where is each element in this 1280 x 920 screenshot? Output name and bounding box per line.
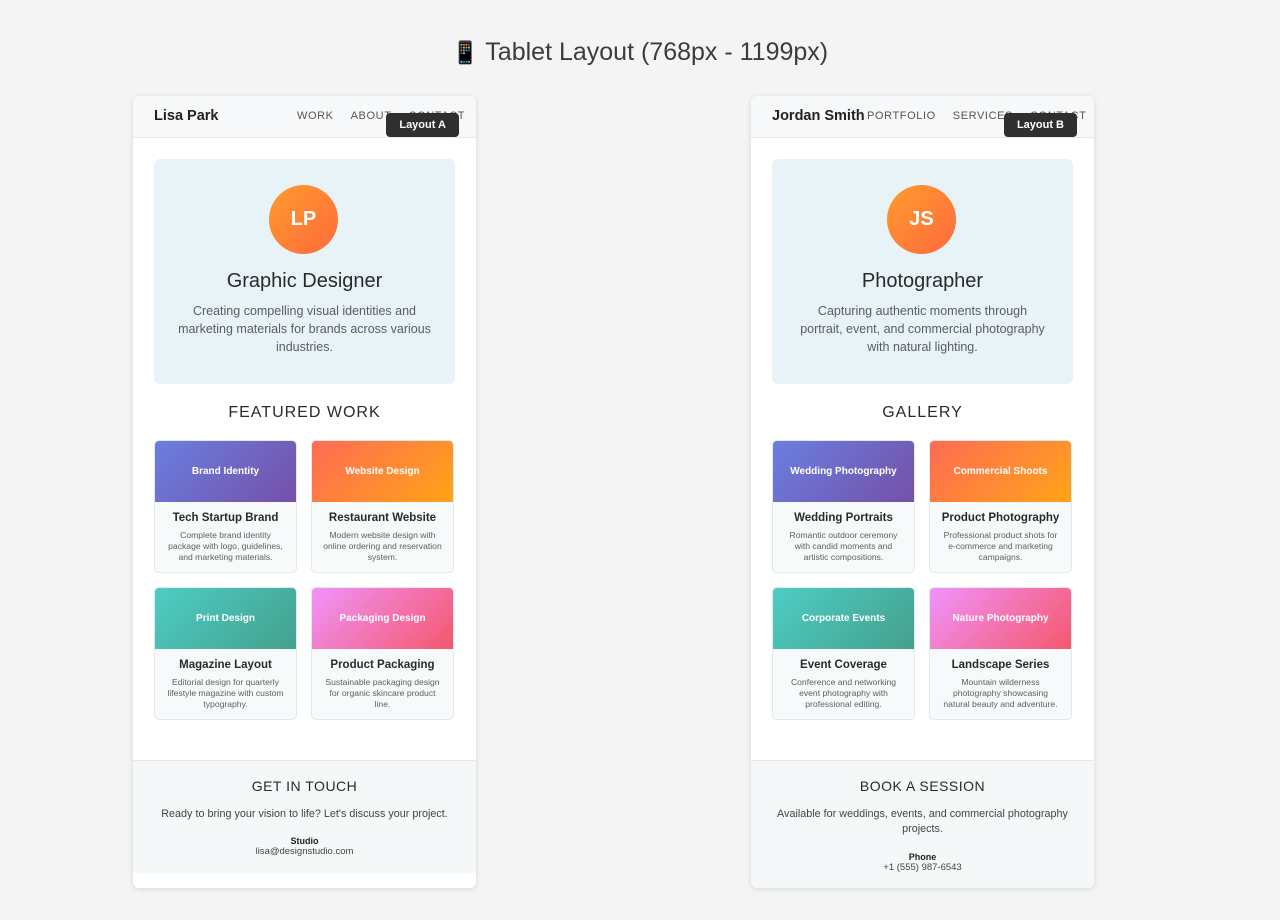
card-description: Modern website design with online orderi… [323,530,442,562]
layout-b-preview: Jordan Smith PORTFOLIO SERVICES CONTACT … [751,96,1094,888]
gallery-card[interactable]: Commercial Shoots Product Photography Pr… [929,440,1072,573]
card-banner: Packaging Design [312,588,453,649]
layout-badge: Layout A [386,113,459,137]
gallery-card[interactable]: Corporate Events Event Coverage Conferen… [772,587,915,720]
contact-section: GET IN TOUCH Ready to bring your vision … [133,760,476,873]
project-card[interactable]: Packaging Design Product Packaging Susta… [311,587,454,720]
tablet-icon: 📱 [451,40,480,65]
hero-title: Graphic Designer [226,270,383,292]
card-description: Professional product shots for e-commerc… [943,530,1058,562]
project-card[interactable]: Print Design Magazine Layout Editorial d… [154,587,297,720]
contact-section: BOOK A SESSION Available for weddings, e… [751,760,1094,888]
card-title: Restaurant Website [328,512,437,524]
card-banner: Commercial Shoots [930,441,1071,502]
card-banner: Wedding Photography [773,441,914,502]
hero-description: Capturing authentic moments through port… [800,304,1045,354]
hero-title: Photographer [861,270,984,292]
nav-link-portfolio[interactable]: PORTFOLIO [867,110,936,122]
contact-text: Ready to bring your vision to life? Let'… [161,808,448,820]
contact-title: GET IN TOUCH [251,778,358,794]
gallery-card[interactable]: Nature Photography Landscape Series Moun… [929,587,1072,720]
page-title-text: Tablet Layout (768px - 1199px) [485,38,829,66]
card-banner: Brand Identity [155,441,296,502]
navbar: Jordan Smith PORTFOLIO SERVICES CONTACT … [751,96,1094,138]
brand-name[interactable]: Jordan Smith [772,108,865,124]
page-title: 📱 Tablet Layout (768px - 1199px) [0,38,1280,67]
card-title: Product Photography [941,512,1060,524]
contact-email-link[interactable]: lisa@designstudio.com [133,846,476,857]
card-description: Editorial design for quarterly lifestyle… [167,677,284,709]
card-description: Complete brand identity package with log… [168,530,283,562]
card-description: Sustainable packaging design for organic… [325,677,440,709]
project-card[interactable]: Brand Identity Tech Startup Brand Comple… [154,440,297,573]
contact-label: Phone [908,852,937,862]
gallery-card[interactable]: Wedding Photography Wedding Portraits Ro… [772,440,915,573]
contact-title: BOOK A SESSION [859,778,986,794]
project-card[interactable]: Website Design Restaurant Website Modern… [311,440,454,573]
section-title: FEATURED WORK [228,404,381,421]
avatar: JS [887,185,956,254]
card-title: Wedding Portraits [794,512,893,524]
brand-name[interactable]: Lisa Park [154,108,219,124]
card-title: Landscape Series [951,659,1050,671]
card-banner: Nature Photography [930,588,1071,649]
avatar: LP [269,185,338,254]
card-description: Romantic outdoor ceremony with candid mo… [789,530,898,562]
hero-section: LP Graphic Designer Creating compelling … [154,159,455,384]
card-title: Tech Startup Brand [172,512,279,524]
card-description: Conference and networking event photogra… [790,677,897,709]
navbar: Lisa Park WORK ABOUT CONTACT Layout A [133,96,476,138]
hero-section: JS Photographer Capturing authentic mome… [772,159,1073,384]
layout-badge: Layout B [1003,113,1077,137]
contact-text: Available for weddings, events, and comm… [777,808,1068,835]
contact-label: Studio [290,836,319,846]
nav-link-work[interactable]: WORK [297,110,334,122]
card-description: Mountain wilderness photography showcasi… [943,677,1058,709]
card-banner: Corporate Events [773,588,914,649]
layout-a-preview: Lisa Park WORK ABOUT CONTACT Layout A LP… [133,96,476,888]
card-banner: Print Design [155,588,296,649]
contact-phone-link[interactable]: +1 (555) 987-6543 [751,862,1094,873]
section-title: GALLERY [882,404,963,421]
hero-description: Creating compelling visual identities an… [178,304,431,354]
card-title: Product Packaging [330,659,435,671]
card-banner: Website Design [312,441,453,502]
card-title: Event Coverage [800,659,887,671]
card-title: Magazine Layout [179,659,272,671]
